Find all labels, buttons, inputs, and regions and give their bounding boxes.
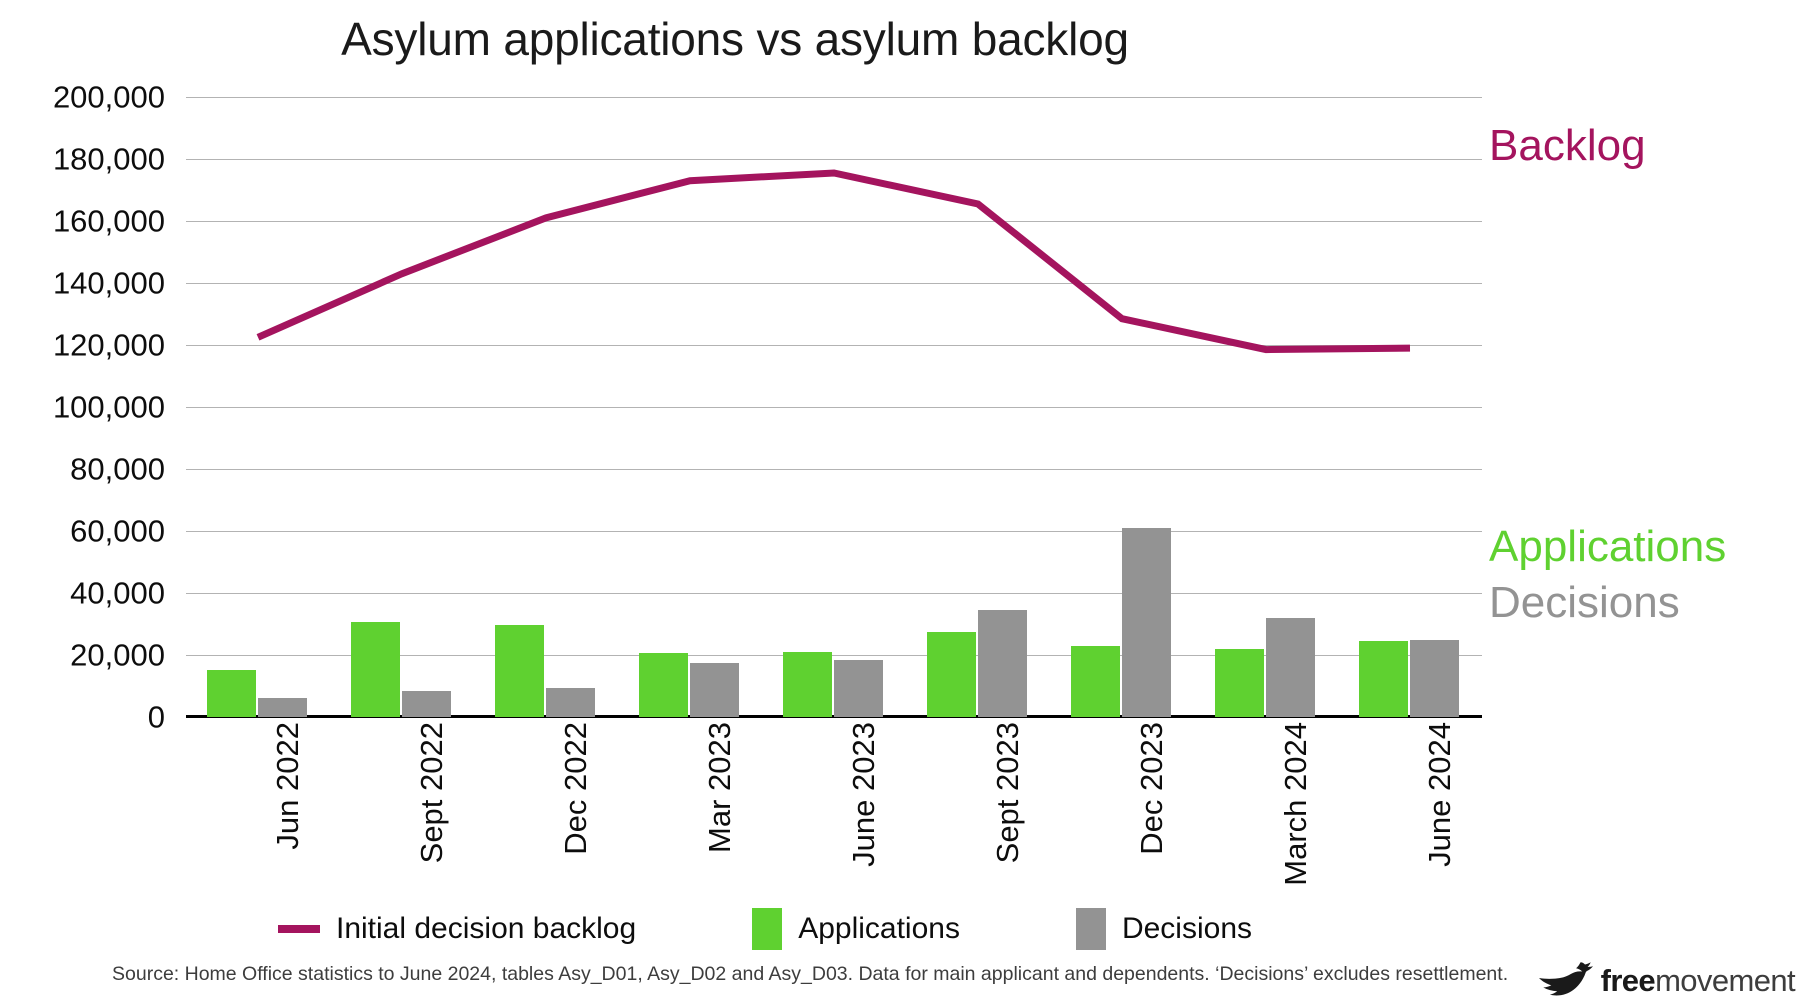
x-axis-tick-label: March 2024 [1278, 722, 1313, 886]
logo-wordmark: freemovement [1600, 962, 1796, 998]
bar-decisions [1409, 639, 1460, 717]
y-axis-tick-label: 100,000 [52, 389, 165, 425]
y-axis-tick-label: 200,000 [52, 79, 165, 115]
y-axis-tick-label: 20,000 [70, 637, 165, 673]
bar-applications [494, 624, 544, 717]
bar-applications [1214, 648, 1264, 717]
legend-label: Applications [798, 912, 960, 945]
legend-label: Decisions [1121, 912, 1253, 945]
bar-applications [350, 621, 400, 717]
logo-text-free: free [1600, 962, 1656, 998]
bar-decisions [1265, 617, 1316, 717]
bar-applications [638, 652, 688, 717]
bar-group [206, 97, 309, 717]
bar-decisions [689, 663, 740, 717]
callout-applications: Applications [1489, 522, 1727, 571]
chart-canvas: Asylum applications vs asylum backlog 20… [0, 0, 1807, 1007]
chart-title: Asylum applications vs asylum backlog [341, 13, 1129, 65]
bar-decisions [1121, 527, 1172, 717]
bar-applications [926, 632, 976, 717]
y-axis-tick-label: 180,000 [52, 141, 165, 177]
legend-item[interactable]: Applications [752, 908, 960, 950]
bar-decisions [257, 697, 308, 717]
x-axis-tick-label: Dec 2022 [558, 722, 593, 855]
callout-decisions: Decisions [1489, 578, 1680, 627]
source-note: Source: Home Office statistics to June 2… [112, 963, 1509, 985]
bar-decisions [401, 691, 452, 717]
bar-applications [1070, 646, 1120, 717]
bar-group [1214, 97, 1317, 717]
bar-group [638, 97, 741, 717]
bar-decisions [833, 659, 884, 717]
bar-decisions [545, 688, 596, 717]
legend-item[interactable]: Initial decision backlog [278, 912, 636, 946]
y-axis-tick-label: 120,000 [52, 327, 165, 363]
bar-applications [1358, 641, 1408, 717]
y-axis-tick-label: 60,000 [70, 513, 165, 549]
bar-decisions [977, 610, 1028, 717]
y-axis-tick-label: 0 [147, 699, 165, 735]
x-axis-tick-label: June 2023 [846, 722, 881, 867]
bar-group [782, 97, 885, 717]
logo-text-movement: movement [1655, 962, 1796, 998]
y-axis-tick-label: 160,000 [52, 203, 165, 239]
legend-item[interactable]: Decisions [1075, 908, 1253, 950]
legend-swatch-line-icon [278, 925, 320, 933]
bar-applications [206, 669, 256, 717]
x-axis-tick-label: Sept 2023 [990, 722, 1025, 864]
y-axis-tick-label: 80,000 [70, 451, 165, 487]
legend-swatch-box-icon [752, 908, 783, 950]
legend-swatch-box-icon [1075, 908, 1106, 950]
legend-label: Initial decision backlog [336, 912, 637, 945]
bar-series-group [186, 97, 1482, 717]
x-axis: Jun 2022 Sept 2022 Dec 2022 Mar 2023 June 20… [186, 722, 1482, 897]
bird-icon [1538, 962, 1593, 996]
bar-group [350, 97, 453, 717]
x-axis-tick-label: Jun 2022 [270, 722, 305, 850]
y-axis-tick-label: 40,000 [70, 575, 165, 611]
bar-group [1358, 97, 1461, 717]
x-axis-tick-label: Sept 2022 [414, 722, 449, 864]
x-axis-tick-label: Mar 2023 [702, 722, 737, 853]
bar-group [1070, 97, 1173, 717]
freemovement-logo: freemovement [1538, 957, 1796, 1003]
bar-group [926, 97, 1029, 717]
y-axis: 200,000 180,000 160,000 140,000 120,000 100,0… [0, 82, 165, 733]
x-axis-tick-label: June 2024 [1422, 722, 1457, 867]
chart-legend: Initial decision backlog Applications Deci… [278, 908, 1252, 950]
plot-area [186, 97, 1482, 718]
bar-group [494, 97, 597, 717]
x-axis-tick-label: Dec 2023 [1134, 722, 1169, 855]
callout-backlog: Backlog [1489, 121, 1646, 170]
bar-applications [782, 651, 832, 717]
y-axis-tick-label: 140,000 [52, 265, 165, 301]
